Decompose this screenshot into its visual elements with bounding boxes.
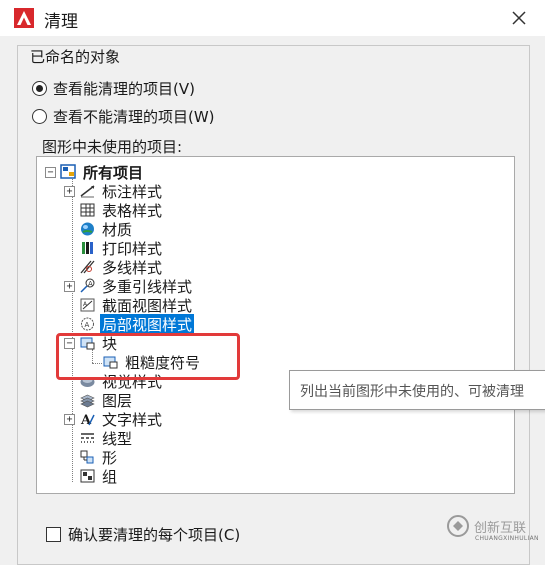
annotation-highlight-box bbox=[56, 333, 240, 380]
radio-view-not-purgeable-label: 查看不能清理的项目(W) bbox=[53, 108, 215, 126]
tree-item-label: 多线样式 bbox=[102, 258, 163, 277]
tree-item-plot-styles[interactable]: 打印样式 bbox=[79, 239, 164, 258]
tree-item-label: 线型 bbox=[102, 429, 133, 448]
tree-item-dimension-styles[interactable]: + 标注样式 bbox=[64, 182, 164, 201]
tree-item-groups[interactable]: 组 bbox=[79, 467, 119, 486]
linetype-icon bbox=[81, 433, 94, 443]
window-title: 清理 bbox=[44, 12, 78, 32]
group-icon bbox=[80, 469, 95, 483]
tooltip-text: 列出当前图形中未使用的、可被清理 bbox=[300, 384, 524, 400]
multiline-style-icon bbox=[80, 260, 95, 274]
svg-text:A: A bbox=[85, 321, 90, 329]
svg-text:A: A bbox=[88, 280, 93, 288]
tree-item-label-selected: 局部视图样式 bbox=[100, 313, 195, 335]
tree-item-multileader-styles[interactable]: + A 多重引线样式 bbox=[64, 277, 194, 296]
tree-item-label: 表格样式 bbox=[102, 201, 163, 220]
tree-item-table-styles[interactable]: 表格样式 bbox=[79, 201, 164, 220]
tree-item-section-view-styles[interactable]: A 截面视图样式 bbox=[79, 296, 194, 315]
tree-item-label: 文字样式 bbox=[102, 410, 163, 429]
tree-item-label: 标注样式 bbox=[102, 182, 163, 201]
section-view-style-icon: A bbox=[80, 298, 95, 312]
tree-item-all[interactable]: − 所有项目 bbox=[45, 163, 145, 182]
checkbox-unchecked[interactable] bbox=[46, 527, 61, 542]
tree-item-label: 组 bbox=[102, 467, 118, 486]
tree-item-label: 形 bbox=[102, 448, 118, 467]
tree-item-linetypes[interactable]: 线型 bbox=[79, 429, 134, 448]
watermark-text: 创新互联 bbox=[474, 520, 527, 536]
radio-view-purgeable[interactable]: 查看能清理的项目(V) bbox=[32, 78, 195, 99]
close-icon bbox=[512, 11, 526, 25]
radio-button-unchecked[interactable] bbox=[32, 109, 47, 124]
close-button[interactable] bbox=[507, 6, 531, 30]
radio-view-purgeable-label: 查看能清理的项目(V) bbox=[53, 80, 195, 98]
autocad-app-icon bbox=[14, 8, 34, 28]
radio-view-not-purgeable[interactable]: 查看不能清理的项目(W) bbox=[32, 106, 215, 127]
plot-style-icon bbox=[82, 242, 93, 254]
expand-toggle[interactable]: + bbox=[64, 280, 75, 292]
text-style-icon: A bbox=[80, 413, 95, 427]
tree-item-text-styles[interactable]: + A 文字样式 bbox=[64, 410, 164, 429]
watermark-logo-icon bbox=[447, 515, 469, 537]
layer-icon bbox=[80, 394, 95, 408]
shape-icon bbox=[80, 450, 94, 464]
expand-toggle[interactable]: + bbox=[64, 413, 75, 425]
svg-text:A: A bbox=[80, 413, 92, 427]
all-items-icon bbox=[60, 164, 76, 179]
title-bar: 清理 bbox=[0, 0, 545, 36]
tree-item-label: 多重引线样式 bbox=[102, 277, 193, 296]
tree-connector bbox=[72, 179, 73, 482]
material-icon bbox=[81, 222, 94, 236]
tree-item-shapes[interactable]: 形 bbox=[79, 448, 119, 467]
table-style-icon bbox=[80, 203, 95, 217]
collapse-toggle[interactable]: − bbox=[45, 166, 56, 178]
dialog-body: 已命名的对象 查看能清理的项目(V) 查看不能清理的项目(W) 图形中未使用的项… bbox=[0, 36, 545, 565]
unused-items-tree[interactable]: − 所有项目 + 标注样式 表格样式 材质 打印样式 多线样式 + A 多重引线… bbox=[36, 156, 515, 494]
tree-item-materials[interactable]: 材质 bbox=[79, 220, 134, 239]
multileader-style-icon: A bbox=[80, 278, 95, 293]
tree-item-label: 材质 bbox=[102, 220, 133, 239]
tree-root-label: 所有项目 bbox=[83, 163, 144, 182]
tree-item-layers[interactable]: 图层 bbox=[79, 391, 134, 410]
tree-item-label: 图层 bbox=[102, 391, 133, 410]
unused-items-label: 图形中未使用的项目: bbox=[42, 138, 183, 156]
tree-item-multiline-styles[interactable]: 多线样式 bbox=[79, 258, 164, 277]
dimension-style-icon bbox=[80, 185, 95, 198]
expand-toggle[interactable]: + bbox=[64, 185, 75, 197]
tree-item-detail-view-styles[interactable]: A 局部视图样式 bbox=[79, 313, 195, 335]
tree-item-label: 打印样式 bbox=[102, 239, 163, 258]
watermark-subtext: CHUANGXINHULIAN bbox=[475, 535, 539, 542]
radio-button-checked[interactable] bbox=[32, 81, 47, 96]
tooltip: 列出当前图形中未使用的、可被清理 bbox=[289, 370, 545, 410]
named-objects-group-title: 已命名的对象 bbox=[28, 46, 123, 67]
confirm-each-item-label: 确认要清理的每个项目(C) bbox=[68, 526, 241, 544]
detail-view-style-icon: A bbox=[81, 317, 94, 331]
confirm-each-item-checkbox[interactable]: 确认要清理的每个项目(C) bbox=[46, 524, 240, 545]
tree-item-label: 截面视图样式 bbox=[102, 296, 193, 315]
